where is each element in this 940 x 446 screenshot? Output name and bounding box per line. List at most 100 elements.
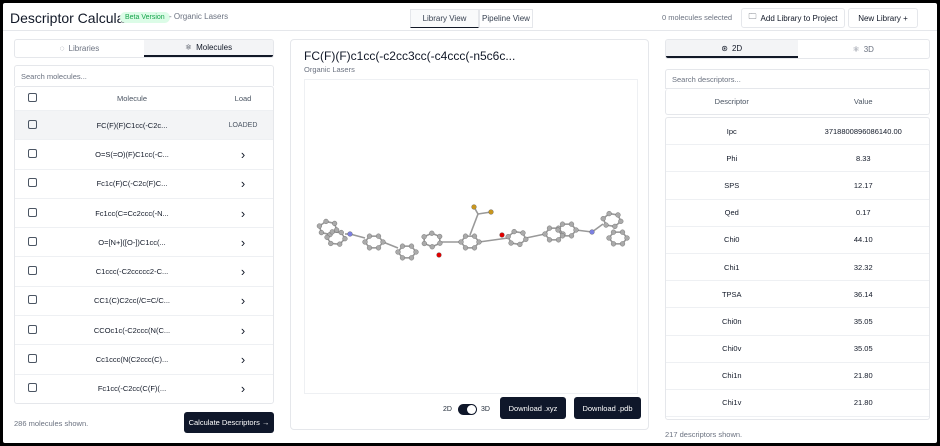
molecule-row[interactable]: C1ccc(-C2ccccc2-C... › <box>15 257 273 287</box>
descriptor-value: 21.80 <box>853 371 873 381</box>
download-pdb-button[interactable]: Download .pdb <box>574 397 641 419</box>
molecule-search-input[interactable]: Search molecules... <box>14 65 274 86</box>
column-value: Value <box>853 97 873 106</box>
descriptor-name: Chi1v <box>722 398 742 408</box>
descriptor-value: 21.80 <box>853 398 873 408</box>
row-checkbox[interactable] <box>28 266 37 276</box>
tab-libraries[interactable]: ◌ Libraries <box>15 40 144 57</box>
atom <box>375 233 382 239</box>
3d-viewer[interactable] <box>304 79 638 394</box>
tab-library-view[interactable]: Library View <box>410 9 479 28</box>
select-all-checkbox[interactable] <box>28 93 37 102</box>
row-checkbox[interactable] <box>28 324 37 334</box>
row-checkbox[interactable] <box>28 207 37 217</box>
atom <box>573 227 579 233</box>
descriptor-value: 44.10 <box>853 235 873 245</box>
molecule-row[interactable]: FC(F)(F)C1cc(-C2c... LOADED <box>15 111 273 141</box>
atom <box>555 237 562 243</box>
descriptor-value: 0.17 <box>855 208 871 218</box>
atom <box>380 239 386 245</box>
download-xyz-button[interactable]: Download .xyz <box>500 397 566 419</box>
dimension-toggle[interactable] <box>458 404 477 415</box>
row-checkbox[interactable] <box>28 119 37 129</box>
atom <box>347 231 353 237</box>
atom <box>511 229 517 235</box>
row-checkbox[interactable] <box>28 236 37 246</box>
tab-3d[interactable]: ⚛ 3D <box>798 40 930 58</box>
column-load: Load <box>234 94 252 103</box>
atom <box>615 212 621 218</box>
molecule-smiles: FC(F)(F)C1cc(-C2c... <box>96 120 168 130</box>
tab-label: 3D <box>863 44 874 54</box>
atom <box>555 227 561 233</box>
load-chevron-icon[interactable]: › <box>213 206 273 221</box>
atom <box>316 223 323 229</box>
atom <box>517 241 523 247</box>
molecule-row[interactable]: CC1(C)C2cc(/C=C/C... › <box>15 287 273 317</box>
molecule-row[interactable]: Cc1ccc(N(C2ccc(C)... › <box>15 345 273 375</box>
molecule-row[interactable]: O=S(=O)(F)C1cc(-C... › <box>15 140 273 170</box>
descriptor-search-input[interactable]: Search descriptors... <box>665 69 930 89</box>
descriptor-value: 8.33 <box>855 153 871 163</box>
molecule-row[interactable]: Fc1cc(C=Cc2ccc(-N... › <box>15 199 273 229</box>
atom <box>618 218 624 224</box>
row-checkbox[interactable] <box>28 148 37 158</box>
new-library-button[interactable]: New Library + <box>848 8 918 28</box>
atom <box>436 252 442 258</box>
add-library-button[interactable]: 🗀 Add Library to Project <box>741 8 845 28</box>
load-chevron-icon[interactable]: › <box>213 293 273 308</box>
molecule-smiles: Fc1cc(C=Cc2ccc(-N... <box>95 208 169 218</box>
library-subtitle: Organic Lasers <box>304 65 355 74</box>
molecule-smiles: O=S(=O)(F)C1cc(-C... <box>95 149 169 159</box>
tab-molecules[interactable]: ⚛ Molecules <box>144 40 273 57</box>
tab-label: Libraries <box>68 44 100 53</box>
atom <box>606 235 612 241</box>
descriptor-row: SPS 12.17 <box>666 172 929 200</box>
molecule-row[interactable]: O=[N+]([O-])C1cc(... › <box>15 228 273 258</box>
descriptor-name: SPS <box>724 180 740 190</box>
descriptor-row: TPSA 36.14 <box>666 281 929 309</box>
tab-pipeline-view[interactable]: Pipeline View <box>479 9 533 28</box>
molecule-row[interactable]: Fc1c(F)C(-C2c(F)C... › <box>15 170 273 199</box>
descriptor-name: Chi1 <box>724 262 740 272</box>
atom <box>612 223 618 229</box>
descriptor-name: Qed <box>724 208 739 218</box>
load-chevron-icon[interactable]: › <box>213 264 273 279</box>
atom <box>568 233 575 239</box>
atom <box>546 237 553 243</box>
atom <box>366 245 373 251</box>
atom <box>413 249 419 255</box>
load-chevron-icon[interactable]: › <box>213 323 273 338</box>
atom <box>333 227 340 233</box>
descriptor-tabs: ⊛ 2D ⚛ 3D <box>665 39 930 59</box>
calculate-descriptors-button[interactable]: Calculate Descriptors → <box>184 412 274 433</box>
molecule-row[interactable]: Fc1cc(-C2cc(C(F)(... › <box>15 375 273 403</box>
row-checkbox[interactable] <box>28 295 37 305</box>
descriptor-name: Chi0 <box>724 235 740 245</box>
atom <box>437 233 443 240</box>
atom <box>408 243 415 249</box>
descriptor-table-header: Descriptor Value <box>665 89 930 115</box>
row-checkbox[interactable] <box>28 354 37 364</box>
atom <box>437 240 443 246</box>
atom <box>462 245 469 251</box>
molecule-smiles: CCOc1c(-C2ccc(N(C... <box>93 325 171 335</box>
tab-2d[interactable]: ⊛ 2D <box>666 40 798 58</box>
load-chevron-icon[interactable]: › <box>213 381 273 396</box>
atom <box>375 245 382 251</box>
row-checkbox[interactable] <box>28 383 37 393</box>
atom <box>338 229 344 236</box>
atom <box>362 239 368 245</box>
load-chevron-icon[interactable]: › <box>213 176 273 191</box>
load-chevron-icon[interactable]: › <box>213 235 273 250</box>
row-checkbox[interactable] <box>28 178 37 188</box>
atom <box>568 221 575 227</box>
bond <box>525 233 546 239</box>
tab-label: Molecules <box>196 43 233 52</box>
descriptor-table: Ipc 3718800896086140.00 Phi 8.33 SPS 12.17… <box>665 117 930 420</box>
load-chevron-icon[interactable]: › <box>213 147 273 162</box>
descriptor-value: 35.05 <box>853 344 873 354</box>
load-chevron-icon[interactable]: › <box>213 352 273 367</box>
atom <box>619 241 626 247</box>
molecule-row[interactable]: CCOc1c(-C2ccc(N(C... › <box>15 316 273 346</box>
